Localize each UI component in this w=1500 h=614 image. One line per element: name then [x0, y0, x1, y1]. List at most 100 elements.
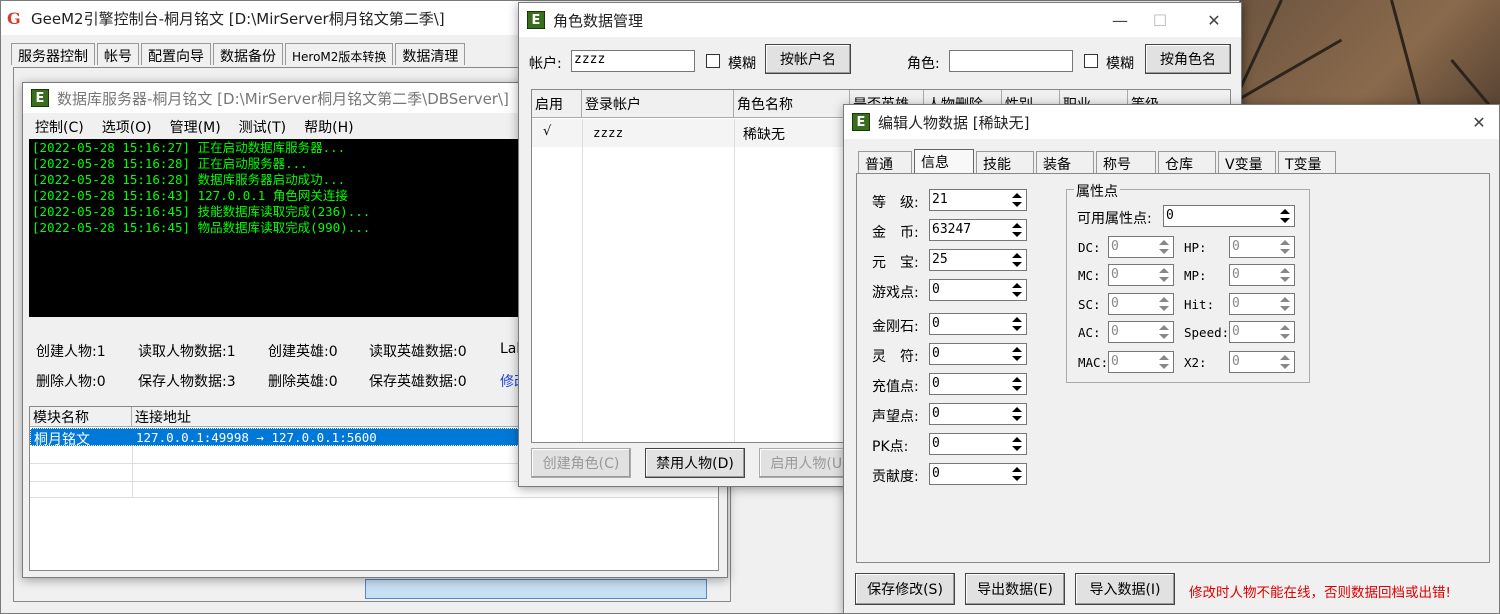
- account-label: 帐户:: [529, 56, 562, 72]
- field-pk-value: 0: [932, 436, 940, 451]
- row-login-account: zzzz: [593, 125, 624, 140]
- field-level-value: 21: [932, 192, 948, 207]
- avail-points-value: 0: [1166, 208, 1174, 223]
- stat-read-hero: 读取英雄数据:0: [369, 344, 467, 360]
- fuzzy-role-checkbox[interactable]: [1084, 54, 1098, 68]
- field-pk-label: PK点:: [872, 439, 909, 455]
- col-role-name[interactable]: 角色名称: [734, 90, 850, 118]
- geem-title: GeeM2引擎控制台-桐月铭文 [D:\MirServer桐月铭文第二季\]: [31, 9, 445, 28]
- edit-tabs: 普通 信息 技能 装备 称号 仓库 V变量 T变量: [858, 149, 1338, 173]
- import-data-button[interactable]: 导入数据(I): [1075, 573, 1175, 605]
- account-input[interactable]: zzzz: [571, 50, 695, 72]
- export-data-button[interactable]: 导出数据(E): [965, 573, 1065, 605]
- field-recharge-label: 充值点:: [872, 379, 919, 395]
- col-module-name[interactable]: 模块名称: [30, 407, 132, 427]
- avail-points-spin[interactable]: 0: [1163, 205, 1295, 227]
- save-changes-button[interactable]: 保存修改(S): [855, 573, 955, 605]
- row-connect-addr: 127.0.0.1:49998 → 127.0.0.1:5600: [136, 430, 377, 445]
- edit-app-icon: E: [852, 113, 870, 131]
- tab-skills[interactable]: 技能: [976, 151, 1034, 173]
- stat-create-char: 创建人物:1: [36, 344, 106, 360]
- field-yuanbao-label: 元 宝:: [872, 255, 919, 271]
- attr-x2-value: 0: [1232, 354, 1240, 369]
- field-prestige-value: 0: [932, 406, 940, 421]
- attr-points-group-title: 属性点: [1074, 181, 1120, 201]
- field-level-spin[interactable]: 21: [929, 189, 1027, 211]
- attr-sc-label: SC:: [1078, 297, 1101, 312]
- tab-t-var[interactable]: T变量: [1278, 151, 1336, 173]
- field-yuanbao-value: 25: [932, 252, 948, 267]
- attr-ac-spin[interactable]: 0: [1108, 321, 1174, 343]
- field-diamond-spin[interactable]: 0: [929, 313, 1027, 335]
- field-pk-spin[interactable]: 0: [929, 433, 1027, 455]
- field-gamepoint-label: 游戏点:: [872, 285, 919, 301]
- tab-server-control[interactable]: 服务器控制: [11, 43, 95, 65]
- edit-close-button[interactable]: ✕: [1456, 105, 1500, 139]
- attr-dc-value: 0: [1111, 239, 1119, 254]
- tab-equipment[interactable]: 装备: [1036, 151, 1094, 173]
- tab-normal[interactable]: 普通: [858, 151, 912, 173]
- tab-account[interactable]: 帐号: [97, 43, 139, 65]
- tab-data-backup[interactable]: 数据备份: [213, 43, 283, 65]
- tab-data-cleanup[interactable]: 数据清理: [395, 43, 466, 65]
- disable-char-button[interactable]: 禁用人物(D): [645, 448, 745, 478]
- attr-x2-label: X2:: [1184, 355, 1207, 370]
- tab-title[interactable]: 称号: [1096, 151, 1156, 173]
- attr-mp-spin[interactable]: 0: [1229, 264, 1295, 286]
- edit-char-window: E 编辑人物数据 [稀缺无] ✕ 普通 信息 技能 装备 称号 仓库 V变量 T…: [843, 104, 1500, 614]
- table-col-divider: [734, 119, 735, 442]
- stat-delete-hero: 删除英雄:0: [268, 374, 338, 390]
- role-titlebar: E 角色数据管理 — ☐ ✕: [519, 3, 1241, 37]
- role-input[interactable]: [949, 50, 1073, 72]
- menu-control[interactable]: 控制(C): [35, 117, 84, 137]
- col-login-account[interactable]: 登录帐户: [582, 90, 734, 118]
- field-diamond-label: 金刚石:: [872, 319, 919, 335]
- field-level-label: 等 级:: [872, 195, 919, 211]
- tab-herom2-convert[interactable]: HeroM2版本转换: [285, 43, 394, 65]
- fuzzy-account-checkbox[interactable]: [706, 54, 720, 68]
- field-prestige-spin[interactable]: 0: [929, 403, 1027, 425]
- attr-hit-value: 0: [1232, 296, 1240, 311]
- field-gold-spin[interactable]: 63247: [929, 219, 1027, 241]
- tab-storage[interactable]: 仓库: [1158, 151, 1216, 173]
- attr-sc-spin[interactable]: 0: [1108, 293, 1174, 315]
- close-button[interactable]: ✕: [1191, 3, 1237, 37]
- role-app-icon: E: [527, 11, 545, 29]
- tab-v-var[interactable]: V变量: [1218, 151, 1276, 173]
- field-talisman-spin[interactable]: 0: [929, 343, 1027, 365]
- attr-mac-label: MAC:: [1078, 355, 1109, 370]
- attr-mc-label: MC:: [1078, 268, 1101, 283]
- maximize-button[interactable]: ☐: [1137, 3, 1183, 37]
- field-yuanbao-spin[interactable]: 25: [929, 249, 1027, 271]
- attr-hit-spin[interactable]: 0: [1229, 293, 1295, 315]
- attr-x2-spin[interactable]: 0: [1229, 351, 1295, 373]
- attr-mc-spin[interactable]: 0: [1108, 264, 1174, 286]
- col-enabled[interactable]: 启用: [532, 90, 582, 118]
- menu-test[interactable]: 测试(T): [239, 117, 286, 137]
- field-contribution-spin[interactable]: 0: [929, 463, 1027, 485]
- menu-help[interactable]: 帮助(H): [304, 117, 353, 137]
- field-talisman-label: 灵 符:: [872, 349, 919, 365]
- row-role-name: 稀缺无: [743, 127, 785, 143]
- attr-hp-value: 0: [1232, 239, 1240, 254]
- menu-manage[interactable]: 管理(M): [170, 117, 221, 137]
- attr-mac-spin[interactable]: 0: [1108, 351, 1174, 373]
- search-by-role-button[interactable]: 按角色名: [1145, 44, 1231, 74]
- attr-mp-value: 0: [1232, 267, 1240, 282]
- search-by-account-button[interactable]: 按帐户名: [765, 44, 851, 74]
- field-contribution-value: 0: [932, 466, 940, 481]
- attr-dc-spin[interactable]: 0: [1108, 236, 1174, 258]
- stat-delete-char: 删除人物:0: [36, 374, 106, 390]
- attr-hit-label: Hit:: [1184, 297, 1215, 312]
- role-label: 角色:: [907, 56, 940, 72]
- menu-options[interactable]: 选项(O): [102, 117, 152, 137]
- create-role-button[interactable]: 创建角色(C): [531, 448, 631, 478]
- stat-read-char: 读取人物数据:1: [138, 344, 236, 360]
- field-recharge-spin[interactable]: 0: [929, 373, 1027, 395]
- attr-hp-spin[interactable]: 0: [1229, 236, 1295, 258]
- field-gamepoint-spin[interactable]: 0: [929, 279, 1027, 301]
- tab-config-wizard[interactable]: 配置向导: [141, 43, 211, 65]
- tab-info[interactable]: 信息: [914, 149, 974, 173]
- field-talisman-value: 0: [932, 346, 940, 361]
- attr-speed-spin[interactable]: 0: [1229, 321, 1295, 343]
